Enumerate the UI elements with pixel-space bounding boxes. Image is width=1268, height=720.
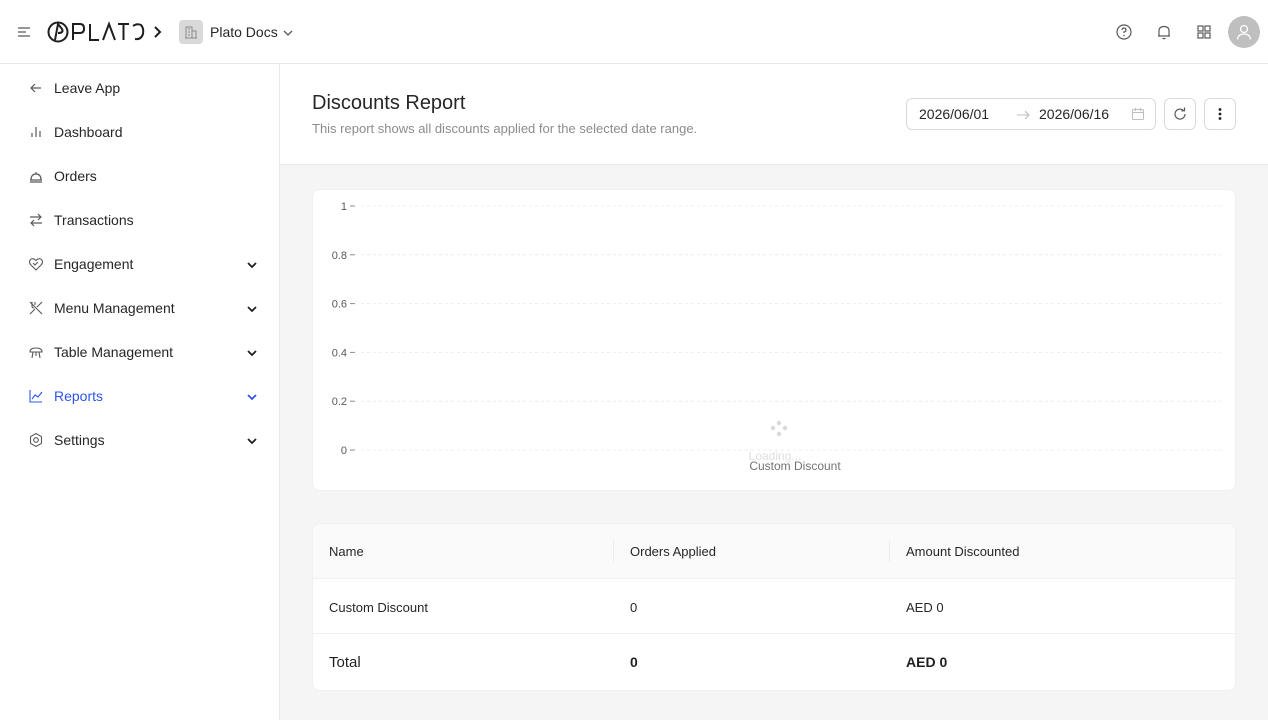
page-subtitle: This report shows all discounts applied … xyxy=(312,121,698,136)
spinner-dot xyxy=(770,425,776,431)
top-bar: Plato Docs xyxy=(0,0,1268,64)
total-orders-applied: 0 xyxy=(630,654,638,670)
cloche-icon xyxy=(28,168,44,184)
date-range-picker[interactable]: 2026/06/01 2026/06/16 xyxy=(906,98,1156,130)
sidebar-item-settings[interactable]: Settings xyxy=(0,420,279,460)
apps-grid-icon[interactable] xyxy=(1194,22,1214,42)
refresh-button[interactable] xyxy=(1164,98,1196,130)
chevron-down-icon[interactable] xyxy=(246,390,258,402)
y-tick-label: 0.8 xyxy=(332,250,347,262)
table-header: Name Orders Applied Amount Discounted xyxy=(313,524,1235,579)
sidebar-item-label: Leave App xyxy=(54,80,121,96)
menu-icon[interactable] xyxy=(16,24,32,40)
arrow-left-icon xyxy=(28,80,44,96)
column-header-orders-applied[interactable]: Orders Applied xyxy=(630,544,716,559)
sidebar-item-reports[interactable]: Reports xyxy=(0,376,279,416)
sidebar-item-menu-management[interactable]: Menu Management xyxy=(0,288,279,328)
column-header-amount-discounted[interactable]: Amount Discounted xyxy=(906,544,1019,559)
plato-logo[interactable] xyxy=(47,20,147,44)
report-content: 1 0.8 0.6 0.4 0.2 0 Custom Discount Loading... … xyxy=(280,165,1268,720)
discounts-chart: 10.80.60.40.20Custom DiscountLoading... xyxy=(332,201,1221,473)
table-icon xyxy=(28,344,44,360)
sidebar-item-label: Transactions xyxy=(54,212,134,228)
cell-name: Custom Discount xyxy=(329,600,428,615)
table-total-row: Total 0 AED 0 xyxy=(313,634,1235,690)
sidebar-item-orders[interactable]: Orders xyxy=(0,156,279,196)
more-vertical-icon xyxy=(1212,106,1228,122)
date-range-start[interactable]: 2026/06/01 xyxy=(919,106,989,122)
page-header: Discounts Report This report shows all d… xyxy=(280,64,1268,165)
total-amount-discounted: AED 0 xyxy=(906,654,948,670)
sidebar-item-table-management[interactable]: Table Management xyxy=(0,332,279,372)
cell-amount-discounted: AED 0 xyxy=(906,600,944,615)
heart-handshake-icon xyxy=(28,256,44,272)
spinner-dot xyxy=(776,431,782,437)
refresh-icon xyxy=(1172,106,1188,122)
discounts-chart-card: 1 0.8 0.6 0.4 0.2 0 Custom Discount Loading... xyxy=(312,189,1236,491)
sidebar-item-label: Dashboard xyxy=(54,124,123,140)
loading-text: Loading... xyxy=(749,449,802,463)
y-tick-label: 0.6 xyxy=(332,299,347,311)
chevron-down-icon[interactable] xyxy=(246,434,258,446)
arrow-right-icon xyxy=(1016,108,1030,120)
cell-orders-applied: 0 xyxy=(630,600,638,615)
sidebar-item-label: Menu Management xyxy=(54,300,175,316)
sidebar-item-engagement[interactable]: Engagement xyxy=(0,244,279,284)
spinner-dot xyxy=(782,425,788,431)
sidebar-item-label: Orders xyxy=(54,168,97,184)
chevron-right-icon xyxy=(152,24,164,40)
chevron-down-icon[interactable] xyxy=(246,302,258,314)
bar-chart-icon xyxy=(28,124,44,140)
y-tick-label: 0 xyxy=(341,445,347,457)
sidebar: Leave App Dashboard Orders Transactions … xyxy=(0,64,280,720)
y-tick-label: 0.4 xyxy=(332,347,347,359)
chevron-down-icon[interactable] xyxy=(246,346,258,358)
discounts-table: Name Orders Applied Amount Discounted Cu… xyxy=(312,523,1236,691)
sidebar-item-label: Table Management xyxy=(54,344,174,360)
date-range-end[interactable]: 2026/06/16 xyxy=(1039,106,1109,122)
y-tick-label: 1 xyxy=(341,201,347,213)
chevron-down-icon[interactable] xyxy=(282,26,294,38)
column-header-name[interactable]: Name xyxy=(329,544,364,559)
gear-icon xyxy=(28,432,44,448)
sidebar-item-label: Engagement xyxy=(54,256,134,272)
total-label: Total xyxy=(329,654,361,671)
spinner-dot xyxy=(776,420,782,426)
help-icon[interactable] xyxy=(1114,22,1134,42)
sidebar-item-leave-app[interactable]: Leave App xyxy=(0,68,279,108)
page-title: Discounts Report xyxy=(312,92,466,114)
building-icon[interactable] xyxy=(179,20,203,44)
sidebar-item-label: Settings xyxy=(54,432,105,448)
chevron-down-icon[interactable] xyxy=(246,258,258,270)
sidebar-item-label: Reports xyxy=(54,388,104,404)
loading-spinner-icon xyxy=(770,420,788,437)
calendar-icon xyxy=(1131,107,1145,121)
user-avatar-icon[interactable] xyxy=(1228,16,1260,48)
column-divider xyxy=(613,540,614,562)
org-switcher-label[interactable]: Plato Docs xyxy=(210,24,278,40)
swap-icon xyxy=(28,212,44,228)
column-divider xyxy=(889,540,890,562)
more-options-button[interactable] xyxy=(1204,98,1236,130)
table-row[interactable]: Custom Discount 0 AED 0 xyxy=(313,579,1235,634)
utensils-icon xyxy=(28,300,44,316)
line-chart-icon xyxy=(28,388,44,404)
sidebar-item-transactions[interactable]: Transactions xyxy=(0,200,279,240)
bell-icon[interactable] xyxy=(1154,22,1174,42)
sidebar-item-dashboard[interactable]: Dashboard xyxy=(0,112,279,152)
y-tick-label: 0.2 xyxy=(332,396,347,408)
